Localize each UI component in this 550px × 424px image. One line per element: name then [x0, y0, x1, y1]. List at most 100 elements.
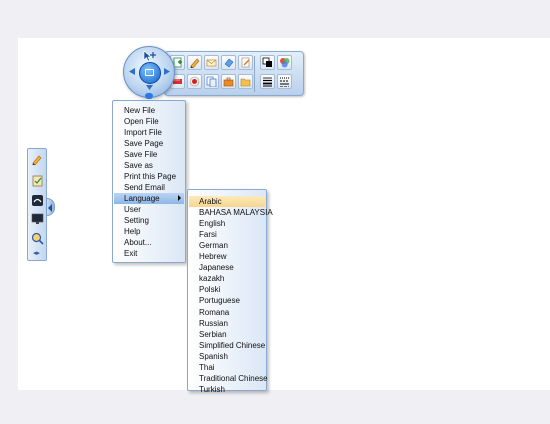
submenu-arrow-icon [178, 195, 181, 201]
language-option-bahasa-malaysia[interactable]: BAHASA MALAYSIA [189, 207, 273, 218]
menu-item-about[interactable]: About... [114, 237, 184, 248]
menu-item-save-file[interactable]: Save File [114, 149, 184, 160]
folder-button[interactable] [238, 74, 253, 89]
language-option-japanese[interactable]: Japanese [189, 262, 265, 273]
language-option-label: Thai [199, 362, 215, 372]
menu-item-import-file[interactable]: Import File [114, 127, 184, 138]
menu-item-label: Open File [124, 117, 159, 126]
arrow-left-icon[interactable] [127, 67, 136, 76]
language-submenu: Arabic BAHASA MALAYSIA English Farsi German H… [187, 189, 273, 394]
language-option-simplified-chinese[interactable]: Simplified Chinese [189, 340, 265, 351]
menu-item-label: Save File [124, 150, 158, 159]
language-option-portuguese[interactable]: Portuguese [189, 295, 265, 306]
menu-item-exit[interactable]: Exit [114, 248, 184, 259]
arrow-right-icon[interactable] [163, 67, 172, 76]
side-pencil-button[interactable] [31, 155, 44, 168]
cursor-move-icon[interactable] [143, 50, 157, 62]
note-button[interactable] [238, 55, 253, 70]
side-clipboard-button[interactable] [31, 175, 44, 188]
line-width-button[interactable] [260, 74, 275, 89]
note-icon [240, 57, 251, 68]
language-option-spanish[interactable]: Spanish [189, 351, 265, 362]
language-option-label: Simplified Chinese [199, 340, 266, 350]
line-style-button[interactable] [277, 74, 292, 89]
language-option-serbian[interactable]: Serbian [189, 329, 265, 340]
screen-capture-icon [31, 194, 44, 209]
language-option-hebrew[interactable]: Hebrew [189, 251, 265, 262]
language-option-label: German [199, 241, 228, 251]
language-option-label: kazakh [199, 274, 225, 284]
language-option-farsi[interactable]: Farsi [189, 229, 265, 240]
menu-item-new-file[interactable]: New File [114, 105, 184, 116]
folder-icon [240, 76, 251, 87]
toolbox-icon [223, 76, 234, 87]
menu-item-label: Exit [124, 249, 138, 258]
language-option-traditional-chinese[interactable]: Traditional Chinese [189, 373, 268, 384]
language-option-label: Farsi [199, 230, 217, 240]
pencil-icon [31, 154, 44, 169]
menu-item-open-file[interactable]: Open File [114, 116, 184, 127]
arrow-down-icon[interactable] [145, 84, 154, 91]
main-toolbar [164, 51, 304, 96]
menu-item-save-page[interactable]: Save Page [114, 138, 184, 149]
line-width-icon [262, 76, 273, 87]
eraser-button[interactable] [221, 55, 236, 70]
line-style-icon [279, 76, 290, 87]
language-option-label: Russian [199, 318, 228, 328]
fill-color-button[interactable] [260, 55, 275, 70]
language-option-label: Japanese [199, 263, 234, 273]
language-option-label: Polski [199, 285, 221, 295]
language-option-label: Hebrew [199, 252, 227, 262]
language-option-label: Turkish [199, 384, 225, 394]
eraser-icon [223, 57, 234, 68]
select-icon[interactable] [139, 62, 161, 84]
shapes-button[interactable] [277, 55, 292, 70]
language-option-label: Serbian [199, 329, 227, 339]
language-option-russian[interactable]: Russian [189, 318, 265, 329]
envelope-button[interactable] [204, 55, 219, 70]
menu-item-label: Print this Page [124, 172, 177, 181]
menu-item-language[interactable]: Language [114, 193, 184, 204]
menu-item-label: New File [124, 106, 156, 115]
language-option-kazakh[interactable]: kazakh [189, 273, 265, 284]
language-option-label: English [199, 219, 226, 229]
envelope-icon [206, 57, 217, 68]
language-option-label: Arabic [199, 197, 222, 206]
language-option-english[interactable]: English [189, 218, 265, 229]
record-button[interactable] [187, 74, 202, 89]
menu-item-send-email[interactable]: Send Email [114, 182, 184, 193]
language-option-german[interactable]: German [189, 240, 265, 251]
menu-item-help[interactable]: Help [114, 226, 184, 237]
clipboard-icon [31, 174, 44, 189]
language-option-arabic[interactable]: Arabic [189, 196, 265, 207]
menu-item-print-this-page[interactable]: Print this Page [114, 171, 184, 182]
monitor-icon [31, 212, 44, 227]
fill-color-icon [262, 57, 273, 68]
language-option-label: Portuguese [199, 296, 240, 306]
menu-item-label: Help [124, 227, 141, 236]
pencil-icon [189, 57, 200, 68]
menu-item-label: Save as [124, 161, 153, 170]
menu-item-label: Save Page [124, 139, 164, 148]
side-monitor-button[interactable] [31, 213, 44, 226]
menu-item-user[interactable]: User [114, 204, 184, 215]
menu-item-save-as[interactable]: Save as [114, 160, 184, 171]
menu-item-label: User [124, 205, 141, 214]
side-screen-capture-button[interactable] [31, 195, 44, 208]
language-option-thai[interactable]: Thai [189, 362, 265, 373]
pencil-button[interactable] [187, 55, 202, 70]
language-option-turkish[interactable]: Turkish [189, 384, 265, 395]
menu-item-label: Setting [124, 216, 149, 225]
language-option-polski[interactable]: Polski [189, 284, 265, 295]
language-option-romana[interactable]: Romana [189, 307, 265, 318]
menu-item-setting[interactable]: Setting [114, 215, 184, 226]
page-copy-button[interactable] [204, 74, 219, 89]
side-magnifier-button[interactable] [31, 232, 44, 246]
shapes-icon [279, 57, 290, 68]
toolbox-button[interactable] [221, 74, 236, 89]
side-toolbar-arrows[interactable]: ◂▸ [33, 250, 40, 258]
side-toolbar: ◂▸ [27, 148, 47, 261]
file-menu: New File Open File Import File Save Page Sav… [112, 100, 186, 263]
toolbar-separator [254, 56, 255, 92]
menu-handle[interactable] [145, 93, 153, 99]
